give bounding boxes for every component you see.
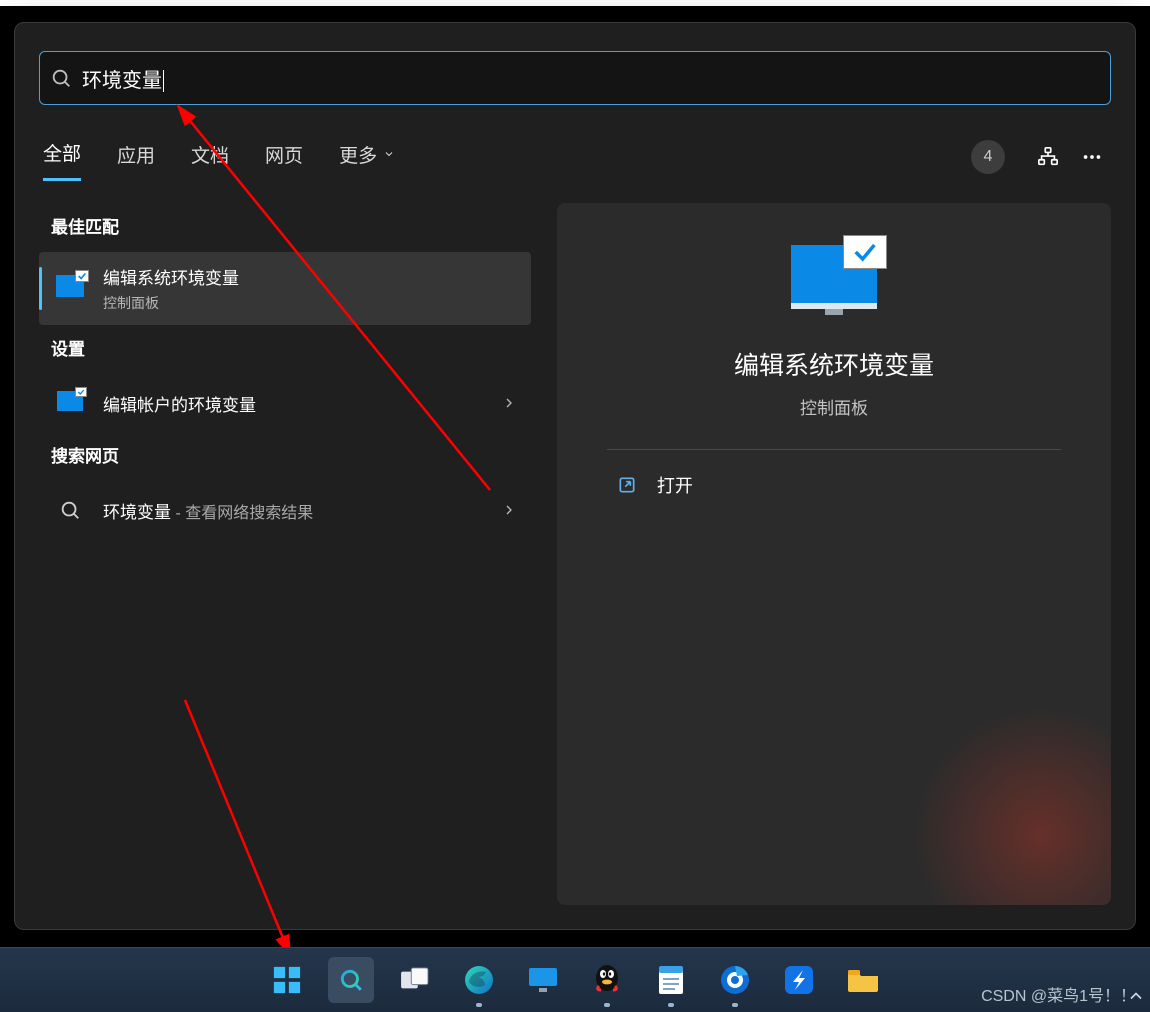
results-left-column: 最佳匹配 编辑系统环境变量 控制面板 设置 [39, 203, 531, 905]
control-panel-large-icon [791, 245, 877, 320]
chevron-right-icon [501, 502, 517, 518]
taskbar-file-explorer[interactable] [840, 957, 886, 1003]
control-panel-icon [53, 272, 87, 306]
detail-open-label: 打开 [657, 472, 693, 498]
result-suffix: - 查看网络搜索结果 [171, 505, 313, 522]
task-view-button[interactable] [392, 957, 438, 1003]
tab-documents[interactable]: 文档 [191, 135, 229, 180]
taskbar-notepad[interactable] [648, 957, 694, 1003]
tab-apps[interactable]: 应用 [117, 135, 155, 180]
search-icon [53, 493, 87, 527]
taskbar-qq-browser[interactable] [712, 957, 758, 1003]
tabs-row: 全部 应用 文档 网页 更多 4 [43, 133, 1111, 181]
taskbar-search-button[interactable] [328, 957, 374, 1003]
ambient-glow [911, 705, 1111, 905]
open-external-icon [617, 475, 637, 495]
chevron-down-icon [383, 148, 395, 160]
tab-web[interactable]: 网页 [265, 135, 303, 180]
taskbar [0, 947, 1150, 1012]
tab-more[interactable]: 更多 [339, 135, 395, 180]
detail-open-action[interactable]: 打开 [607, 450, 1061, 520]
detail-title: 编辑系统环境变量 [734, 346, 934, 382]
search-icon [50, 67, 72, 89]
result-title: 编辑帐户的环境变量 [103, 391, 501, 416]
org-chart-icon[interactable] [1029, 138, 1067, 176]
detail-panel: 编辑系统环境变量 控制面板 打开 [557, 203, 1111, 905]
search-panel: 环境变量 全部 应用 文档 网页 更多 4 最佳匹配 [14, 22, 1136, 930]
result-title: 编辑系统环境变量 [103, 264, 517, 289]
tab-indicator-count[interactable]: 4 [971, 140, 1005, 174]
result-settings-item[interactable]: 编辑帐户的环境变量 [39, 374, 531, 432]
window-top-edge [0, 0, 1150, 6]
result-best-match[interactable]: 编辑系统环境变量 控制面板 [39, 252, 531, 325]
chevron-right-icon [501, 395, 517, 411]
control-panel-icon [53, 386, 87, 420]
taskbar-qq[interactable] [584, 957, 630, 1003]
result-term: 环境变量 [103, 503, 171, 522]
watermark: CSDN @菜鸟1号！！ [981, 982, 1136, 1006]
taskbar-thunder[interactable] [776, 957, 822, 1003]
search-input[interactable]: 环境变量 [72, 64, 1100, 93]
results-content: 最佳匹配 编辑系统环境变量 控制面板 设置 [39, 203, 1111, 905]
taskbar-monitor-app[interactable] [520, 957, 566, 1003]
result-web-item[interactable]: 环境变量 - 查看网络搜索结果 [39, 481, 531, 539]
section-best-match: 最佳匹配 [51, 213, 531, 238]
section-search-web: 搜索网页 [51, 442, 531, 467]
more-options-icon[interactable] [1073, 138, 1111, 176]
result-subtitle: 控制面板 [103, 293, 517, 313]
tab-all[interactable]: 全部 [43, 133, 81, 181]
section-settings: 设置 [51, 335, 531, 360]
taskbar-edge[interactable] [456, 957, 502, 1003]
start-button[interactable] [264, 957, 310, 1003]
search-box[interactable]: 环境变量 [39, 51, 1111, 105]
detail-subtitle: 控制面板 [800, 394, 868, 419]
